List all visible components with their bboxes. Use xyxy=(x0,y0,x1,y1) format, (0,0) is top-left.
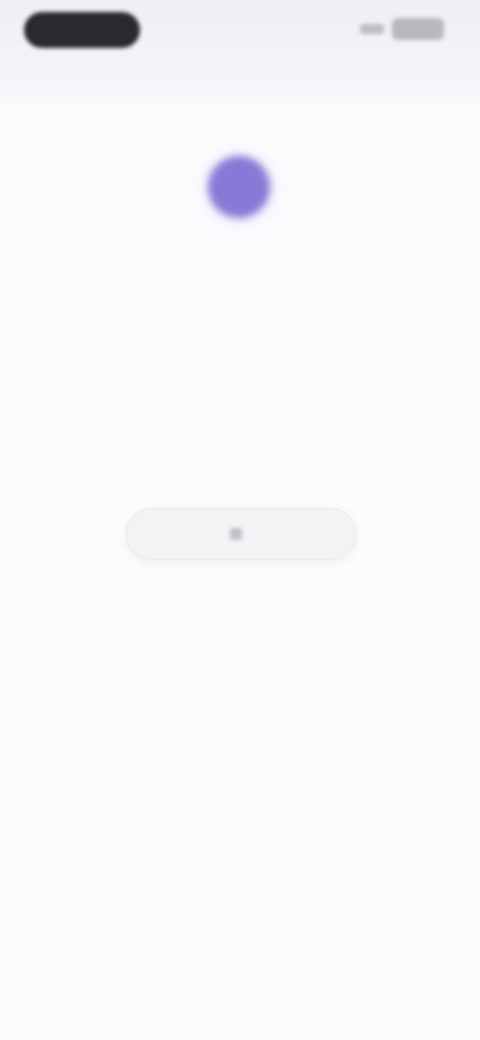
avatar xyxy=(208,156,270,218)
battery-icon xyxy=(392,18,444,40)
summary-caption-bottom xyxy=(0,458,480,484)
primary-action-button[interactable] xyxy=(126,508,356,560)
summary-value xyxy=(0,384,480,436)
signal-icon xyxy=(360,24,384,34)
status-time xyxy=(24,12,140,48)
app-screen xyxy=(0,0,480,1040)
summary-caption-top xyxy=(0,334,480,366)
status-bar xyxy=(0,0,480,110)
profile-summary xyxy=(0,334,480,484)
action-icon xyxy=(230,528,242,540)
status-icons xyxy=(360,18,444,40)
